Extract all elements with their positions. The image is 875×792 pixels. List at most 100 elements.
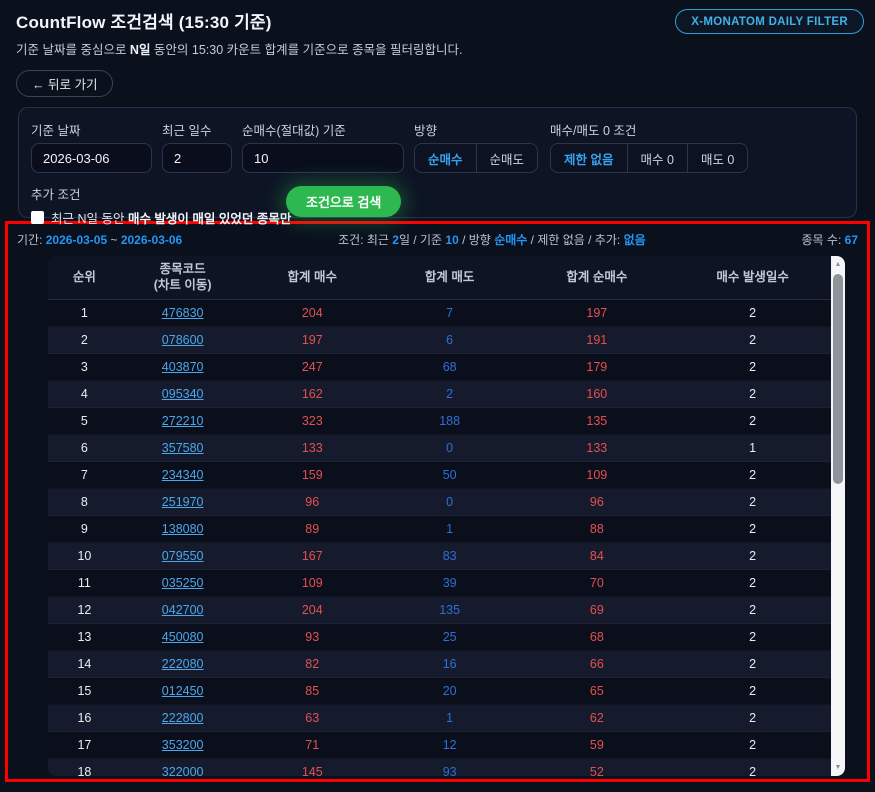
rank-cell: 6 (48, 441, 121, 455)
table-row: 16 222800 63 1 62 2 (48, 705, 845, 732)
rank-cell: 12 (48, 603, 121, 617)
buy-cell: 71 (245, 738, 380, 752)
buy-cell: 197 (245, 333, 380, 347)
sell-cell: 0 (380, 441, 519, 455)
days-cell: 2 (674, 468, 831, 482)
rank-cell: 4 (48, 387, 121, 401)
stock-count: 종목 수: 67 (802, 231, 858, 248)
buy-cell: 109 (245, 576, 380, 590)
table-row: 17 353200 71 12 59 2 (48, 732, 845, 759)
results-info-row: 기간: 2026-03-05 ~ 2026-03-06 조건: 최근 2일 / … (8, 229, 867, 248)
col-header-code: 종목코드 (차트 이동) (121, 262, 245, 293)
zero-option-buy-zero[interactable]: 매수 0 (627, 144, 687, 172)
recent-days-label: 최근 일수 (162, 120, 232, 139)
stock-code-link[interactable]: 042700 (162, 603, 204, 617)
days-cell: 2 (674, 360, 831, 374)
buy-cell: 133 (245, 441, 380, 455)
net-cell: 179 (519, 360, 674, 374)
sell-cell: 83 (380, 549, 519, 563)
table-row: 10 079550 167 83 84 2 (48, 543, 845, 570)
table-row: 4 095340 162 2 160 2 (48, 381, 845, 408)
net-threshold-input[interactable] (242, 143, 404, 173)
days-cell: 2 (674, 549, 831, 563)
daily-buy-checkbox[interactable] (31, 211, 44, 224)
stock-code-link[interactable]: 012450 (162, 684, 204, 698)
stock-code-link[interactable]: 251970 (162, 495, 204, 509)
recent-days-input[interactable] (162, 143, 232, 173)
net-cell: 68 (519, 630, 674, 644)
table-row: 14 222080 82 16 66 2 (48, 651, 845, 678)
col-header-sell: 합계 매도 (380, 270, 519, 286)
filter-panel: 기준 날짜 최근 일수 순매수(절대값) 기준 방향 순매수 순매도 매수/매도… (18, 107, 857, 218)
stock-code-link[interactable]: 450080 (162, 630, 204, 644)
stock-code-link[interactable]: 476830 (162, 306, 204, 320)
buy-cell: 89 (245, 522, 380, 536)
buy-cell: 247 (245, 360, 380, 374)
stock-code-link[interactable]: 078600 (162, 333, 204, 347)
days-cell: 1 (674, 441, 831, 455)
col-header-buy: 합계 매수 (245, 270, 380, 286)
sell-cell: 93 (380, 765, 519, 776)
zero-option-no-limit[interactable]: 제한 없음 (551, 144, 626, 172)
days-cell: 2 (674, 657, 831, 671)
scrollbar-thumb[interactable] (833, 274, 843, 484)
sell-cell: 12 (380, 738, 519, 752)
daily-filter-button[interactable]: X-MONATOM DAILY FILTER (675, 9, 864, 34)
rank-cell: 10 (48, 549, 121, 563)
scroll-up-icon[interactable]: ▲ (831, 257, 845, 272)
net-cell: 197 (519, 306, 674, 320)
rank-cell: 5 (48, 414, 121, 428)
base-date-input[interactable] (31, 143, 152, 173)
rank-cell: 15 (48, 684, 121, 698)
zero-condition-segment: 제한 없음 매수 0 매도 0 (550, 143, 748, 173)
stock-code-link[interactable]: 272210 (162, 414, 204, 428)
stock-code-link[interactable]: 403870 (162, 360, 204, 374)
rank-cell: 11 (48, 576, 121, 590)
table-scrollbar[interactable]: ▲ ▼ (831, 256, 845, 776)
period-end: 2026-03-06 (121, 233, 182, 247)
stock-code-link[interactable]: 222080 (162, 657, 204, 671)
buy-cell: 204 (245, 603, 380, 617)
net-cell: 84 (519, 549, 674, 563)
days-cell: 2 (674, 414, 831, 428)
zero-option-sell-zero[interactable]: 매도 0 (687, 144, 747, 172)
net-cell: 65 (519, 684, 674, 698)
col-header-rank: 순위 (48, 270, 121, 286)
scroll-down-icon[interactable]: ▼ (831, 760, 845, 775)
stock-code-link[interactable]: 138080 (162, 522, 204, 536)
stock-code-link[interactable]: 035250 (162, 576, 204, 590)
stock-code-link[interactable]: 357580 (162, 441, 204, 455)
extra-condition-row: 최근 N일 동안 매수 발생이 매일 있었던 종목만 (31, 208, 844, 227)
buy-cell: 63 (245, 711, 380, 725)
condition-summary: 조건: 최근 2일 / 기준 10 / 방향 순매수 / 제한 없음 / 추가:… (338, 231, 646, 248)
stock-code-link[interactable]: 095340 (162, 387, 204, 401)
period-start: 2026-03-05 (46, 233, 107, 247)
table-row: 1 476830 204 7 197 2 (48, 300, 845, 327)
buy-cell: 162 (245, 387, 380, 401)
table-row: 2 078600 197 6 191 2 (48, 327, 845, 354)
direction-option-net-buy[interactable]: 순매수 (415, 144, 476, 172)
net-cell: 62 (519, 711, 674, 725)
stock-code-link[interactable]: 222800 (162, 711, 204, 725)
search-button[interactable]: 조건으로 검색 (286, 186, 401, 217)
buy-cell: 93 (245, 630, 380, 644)
net-cell: 66 (519, 657, 674, 671)
sell-cell: 135 (380, 603, 519, 617)
rank-cell: 14 (48, 657, 121, 671)
table-row: 8 251970 96 0 96 2 (48, 489, 845, 516)
stock-code-link[interactable]: 234340 (162, 468, 204, 482)
stock-code-link[interactable]: 079550 (162, 549, 204, 563)
table-row: 9 138080 89 1 88 2 (48, 516, 845, 543)
buy-cell: 145 (245, 765, 380, 776)
rank-cell: 1 (48, 306, 121, 320)
base-date-field-group: 기준 날짜 (31, 120, 152, 173)
rank-cell: 9 (48, 522, 121, 536)
daily-buy-checkbox-label[interactable]: 최근 N일 동안 매수 발생이 매일 있었던 종목만 (51, 208, 291, 227)
stock-code-link[interactable]: 322000 (162, 765, 204, 776)
rank-cell: 3 (48, 360, 121, 374)
direction-option-net-sell[interactable]: 순매도 (476, 144, 538, 172)
back-button[interactable]: ← 뒤로 가기 (16, 70, 113, 97)
table-row: 15 012450 85 20 65 2 (48, 678, 845, 705)
sell-cell: 1 (380, 522, 519, 536)
stock-code-link[interactable]: 353200 (162, 738, 204, 752)
